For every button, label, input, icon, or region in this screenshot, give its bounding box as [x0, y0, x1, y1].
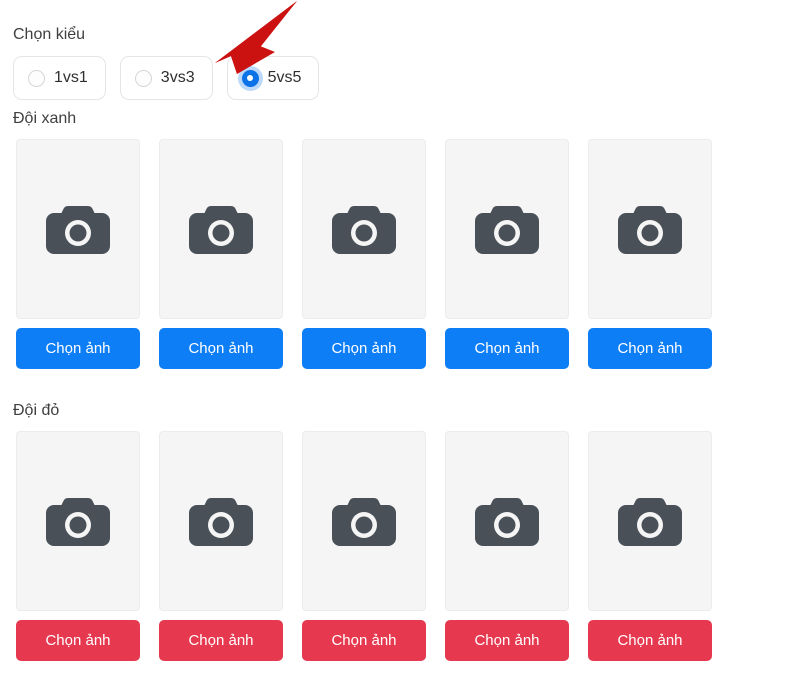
- image-picker-page: Chọn kiểu 1vs1 3vs3 5vs5 Đội xanh Chọn ảnh…: [0, 0, 800, 700]
- camera-icon: [189, 205, 253, 254]
- player-slot: Chọn ảnh: [16, 139, 140, 369]
- player-slot: Chọn ảnh: [159, 431, 283, 661]
- radio-button-1vs1[interactable]: [28, 69, 45, 87]
- team-red-label: Đội đỏ: [13, 402, 60, 419]
- player-slot: Chọn ảnh: [302, 431, 426, 661]
- choose-image-button[interactable]: Chọn ảnh: [302, 328, 426, 369]
- image-preview-placeholder[interactable]: [16, 431, 140, 611]
- image-preview-placeholder[interactable]: [588, 431, 712, 611]
- choose-image-button[interactable]: Chọn ảnh: [16, 620, 140, 661]
- camera-icon: [332, 205, 396, 254]
- image-preview-placeholder[interactable]: [159, 431, 283, 611]
- image-preview-placeholder[interactable]: [159, 139, 283, 319]
- camera-icon: [189, 497, 253, 546]
- player-slot: Chọn ảnh: [16, 431, 140, 661]
- image-preview-placeholder[interactable]: [16, 139, 140, 319]
- team-red-slot-row: Chọn ảnh Chọn ảnh Chọn ảnh Chọn ảnh Chọn ảnh: [16, 431, 712, 661]
- image-preview-placeholder[interactable]: [445, 431, 569, 611]
- radio-button-5vs5[interactable]: [241, 69, 259, 87]
- team-blue-label: Đội xanh: [13, 110, 77, 127]
- image-preview-placeholder[interactable]: [302, 139, 426, 319]
- mode-option-3vs3[interactable]: 3vs3: [119, 56, 213, 100]
- camera-icon: [475, 497, 539, 546]
- mode-option-label: 1vs1: [54, 69, 88, 86]
- choose-image-button[interactable]: Chọn ảnh: [16, 328, 140, 369]
- player-slot: Chọn ảnh: [588, 139, 712, 369]
- choose-image-button[interactable]: Chọn ảnh: [159, 328, 283, 369]
- player-slot: Chọn ảnh: [588, 431, 712, 661]
- camera-icon: [332, 497, 396, 546]
- choose-image-button[interactable]: Chọn ảnh: [302, 620, 426, 661]
- camera-icon: [618, 205, 682, 254]
- camera-icon: [46, 205, 110, 254]
- player-slot: Chọn ảnh: [302, 139, 426, 369]
- team-blue-slot-row: Chọn ảnh Chọn ảnh Chọn ảnh Chọn ảnh Chọn ảnh: [16, 139, 712, 369]
- mode-radio-group[interactable]: 1vs1 3vs3 5vs5: [13, 56, 320, 100]
- mode-option-label: 5vs5: [267, 69, 302, 86]
- player-slot: Chọn ảnh: [445, 139, 569, 369]
- image-preview-placeholder[interactable]: [588, 139, 712, 319]
- choose-image-button[interactable]: Chọn ảnh: [588, 620, 712, 661]
- mode-option-5vs5[interactable]: 5vs5: [226, 56, 320, 100]
- player-slot: Chọn ảnh: [159, 139, 283, 369]
- radio-button-3vs3[interactable]: [134, 69, 152, 87]
- camera-icon: [475, 205, 539, 254]
- camera-icon: [46, 497, 110, 546]
- mode-section-label: Chọn kiểu: [13, 26, 86, 43]
- mode-option-1vs1[interactable]: 1vs1: [13, 56, 106, 100]
- image-preview-placeholder[interactable]: [445, 139, 569, 319]
- choose-image-button[interactable]: Chọn ảnh: [445, 620, 569, 661]
- image-preview-placeholder[interactable]: [302, 431, 426, 611]
- mode-option-label: 3vs3: [160, 69, 195, 86]
- choose-image-button[interactable]: Chọn ảnh: [588, 328, 712, 369]
- player-slot: Chọn ảnh: [445, 431, 569, 661]
- choose-image-button[interactable]: Chọn ảnh: [159, 620, 283, 661]
- camera-icon: [618, 497, 682, 546]
- choose-image-button[interactable]: Chọn ảnh: [445, 328, 569, 369]
